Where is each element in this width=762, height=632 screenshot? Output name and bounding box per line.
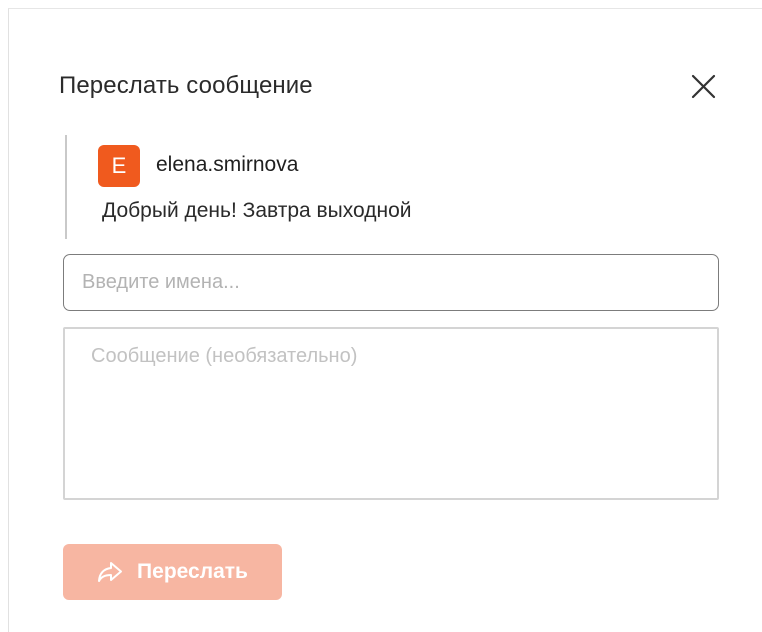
message-textarea[interactable] bbox=[63, 327, 719, 500]
forward-button-label: Переслать bbox=[137, 560, 248, 583]
forward-button[interactable]: Переслать bbox=[63, 544, 282, 600]
recipients-input[interactable] bbox=[63, 254, 719, 311]
avatar: E bbox=[98, 145, 140, 187]
close-icon bbox=[691, 74, 716, 99]
quoted-message: E elena.smirnova Добрый день! Завтра вых… bbox=[65, 135, 687, 239]
forward-arrow-icon bbox=[98, 562, 123, 582]
message-text: Добрый день! Завтра выходной bbox=[102, 199, 412, 222]
message-author: elena.smirnova bbox=[156, 153, 299, 176]
close-button[interactable] bbox=[687, 71, 719, 103]
forward-message-dialog: Переслать сообщение E elena.smirnova Доб… bbox=[8, 8, 762, 632]
dialog-title: Переслать сообщение bbox=[59, 72, 313, 99]
